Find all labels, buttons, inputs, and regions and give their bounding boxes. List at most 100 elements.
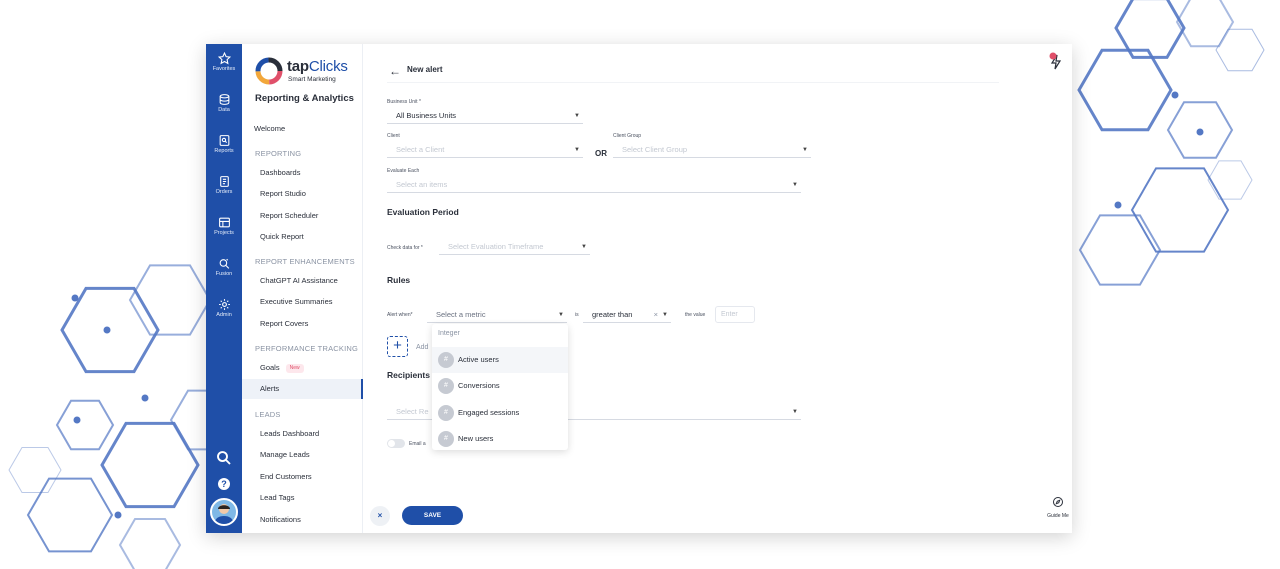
metric-dropdown: Integer # Active users # Conversions # Enga… (432, 324, 568, 450)
chevron-down-icon: ▼ (574, 147, 580, 153)
reports-icon (219, 135, 229, 146)
rail-orders[interactable]: Orders (206, 175, 242, 211)
hexagon-shape (1215, 28, 1265, 72)
guide-me-button[interactable]: Guide Me (1044, 495, 1072, 519)
rail-reports[interactable]: Reports (206, 134, 242, 170)
rail-favorites[interactable]: Favorites (206, 52, 242, 88)
metric-option[interactable]: # Engaged sessions (432, 400, 568, 426)
metric-option[interactable]: # New users (432, 426, 568, 452)
value-input[interactable]: Enter (715, 306, 755, 323)
nav-report-studio[interactable]: Report Studio (242, 184, 363, 204)
nav-dashboards[interactable]: Dashboards (242, 163, 363, 183)
operator-value: greater than (592, 310, 633, 319)
hexagon-shape (26, 477, 114, 553)
rules-title: Rules (387, 275, 411, 285)
rail-fusion[interactable]: Fusion (206, 257, 242, 293)
help-icon[interactable]: ? (218, 478, 230, 490)
nav-alerts[interactable]: Alerts (242, 379, 363, 399)
page-title: New alert (407, 65, 443, 74)
evaluation-timeframe-placeholder: Select Evaluation Timeframe (448, 242, 544, 251)
add-rule-button[interactable]: + (387, 336, 408, 357)
divider (387, 82, 999, 83)
nav-goals[interactable]: Goals New (242, 358, 363, 378)
nav-quick-report[interactable]: Quick Report (242, 227, 363, 247)
nav-report-covers[interactable]: Report Covers (242, 314, 363, 334)
nav-section-reporting: REPORTING (255, 149, 302, 158)
client-select[interactable]: Select a Client ▼ (387, 142, 583, 158)
chevron-down-icon: ▼ (581, 244, 587, 250)
nav-goals-label: Goals (260, 363, 280, 372)
dropdown-group-label: Integer (438, 330, 460, 337)
new-badge: New (285, 363, 304, 373)
metric-option[interactable]: # Conversions (432, 373, 568, 399)
hash-icon: # (438, 431, 454, 447)
nav-notifications[interactable]: Notifications (242, 510, 363, 530)
sidebar-nav: tapClicks Smart Marketing Reporting & An… (242, 44, 363, 533)
hexagon-shape (100, 421, 200, 509)
hexagon-node (1196, 128, 1204, 136)
save-button[interactable]: SAVE (402, 506, 463, 525)
brand-name: tapClicks (287, 58, 348, 75)
cancel-button[interactable]: × (370, 506, 390, 526)
rail-projects[interactable]: Projects (206, 216, 242, 252)
metric-option-label: Active users (458, 355, 499, 364)
nav-leads-dashboard[interactable]: Leads Dashboard (242, 424, 363, 444)
operator-select[interactable]: greater than × ▼ (583, 307, 671, 323)
gear-icon (218, 299, 230, 310)
back-arrow-icon[interactable]: ← (389, 64, 401, 78)
evaluate-each-select[interactable]: Select an items ▼ (387, 177, 801, 193)
user-avatar-icon (214, 504, 234, 524)
email-toggle[interactable] (387, 439, 405, 448)
hexagon-shape (118, 518, 182, 569)
business-unit-select[interactable]: All Business Units ▼ (387, 108, 583, 124)
chevron-down-icon: ▼ (792, 182, 798, 188)
nav-lead-tags[interactable]: Lead Tags (242, 488, 363, 508)
recipients-title: Recipients (387, 370, 430, 380)
hash-icon: # (438, 352, 454, 368)
hash-icon: # (438, 378, 454, 394)
nav-section-performance: PERFORMANCE TRACKING (255, 344, 359, 353)
nav-welcome[interactable]: Welcome (242, 119, 363, 139)
hexagon-shape (8, 447, 62, 493)
value-label: the value (685, 312, 706, 318)
hexagon-shape (1077, 48, 1173, 132)
guide-me-label: Guide Me (1047, 513, 1069, 519)
projects-icon (218, 217, 230, 228)
hexagon-node (73, 416, 81, 424)
client-placeholder: Select a Client (396, 145, 445, 154)
nav-manage-leads[interactable]: Manage Leads (242, 445, 363, 465)
search-icon[interactable] (215, 449, 233, 467)
evaluation-period-title: Evaluation Period (387, 207, 459, 217)
nav-report-scheduler[interactable]: Report Scheduler (242, 206, 363, 226)
alert-when-label: Alert when* (387, 312, 413, 318)
metric-option[interactable]: # Active users (432, 347, 568, 373)
metric-select[interactable]: Select a metric ▼ (427, 307, 567, 323)
check-data-label: Check data for * (387, 245, 423, 251)
hexagon-node (141, 394, 149, 402)
metric-option-label: Conversions (458, 381, 500, 390)
evaluation-timeframe-select[interactable]: Select Evaluation Timeframe ▼ (439, 239, 590, 255)
hexagon-node (1114, 201, 1122, 209)
chevron-down-icon: ▼ (792, 409, 798, 415)
avatar[interactable] (210, 498, 238, 526)
hexagon-node (103, 326, 111, 334)
main-content: ← New alert Business Unit * All Business… (363, 44, 1072, 533)
rail-data[interactable]: Data (206, 93, 242, 129)
rail-admin[interactable]: Admin (206, 298, 242, 334)
metric-option-label: New users (458, 434, 494, 443)
chevron-down-icon: ▼ (802, 147, 808, 153)
app-title: Reporting & Analytics (255, 93, 354, 104)
nav-end-customers[interactable]: End Customers (242, 467, 363, 487)
database-icon (219, 94, 229, 105)
star-icon (217, 52, 231, 65)
clear-icon[interactable]: × (654, 307, 658, 323)
business-unit-label: Business Unit * (387, 99, 421, 105)
brand-name-bold: tap (287, 58, 309, 75)
client-group-label: Client Group (613, 133, 642, 139)
notification-bolt-icon[interactable] (1049, 52, 1063, 70)
client-group-select[interactable]: Select Client Group ▼ (613, 142, 811, 158)
nav-chatgpt-assistance[interactable]: ChatGPT AI Assistance (242, 271, 363, 291)
or-text: OR (595, 149, 607, 158)
nav-executive-summaries[interactable]: Executive Summaries (242, 292, 363, 312)
email-label: Email a (409, 441, 426, 447)
